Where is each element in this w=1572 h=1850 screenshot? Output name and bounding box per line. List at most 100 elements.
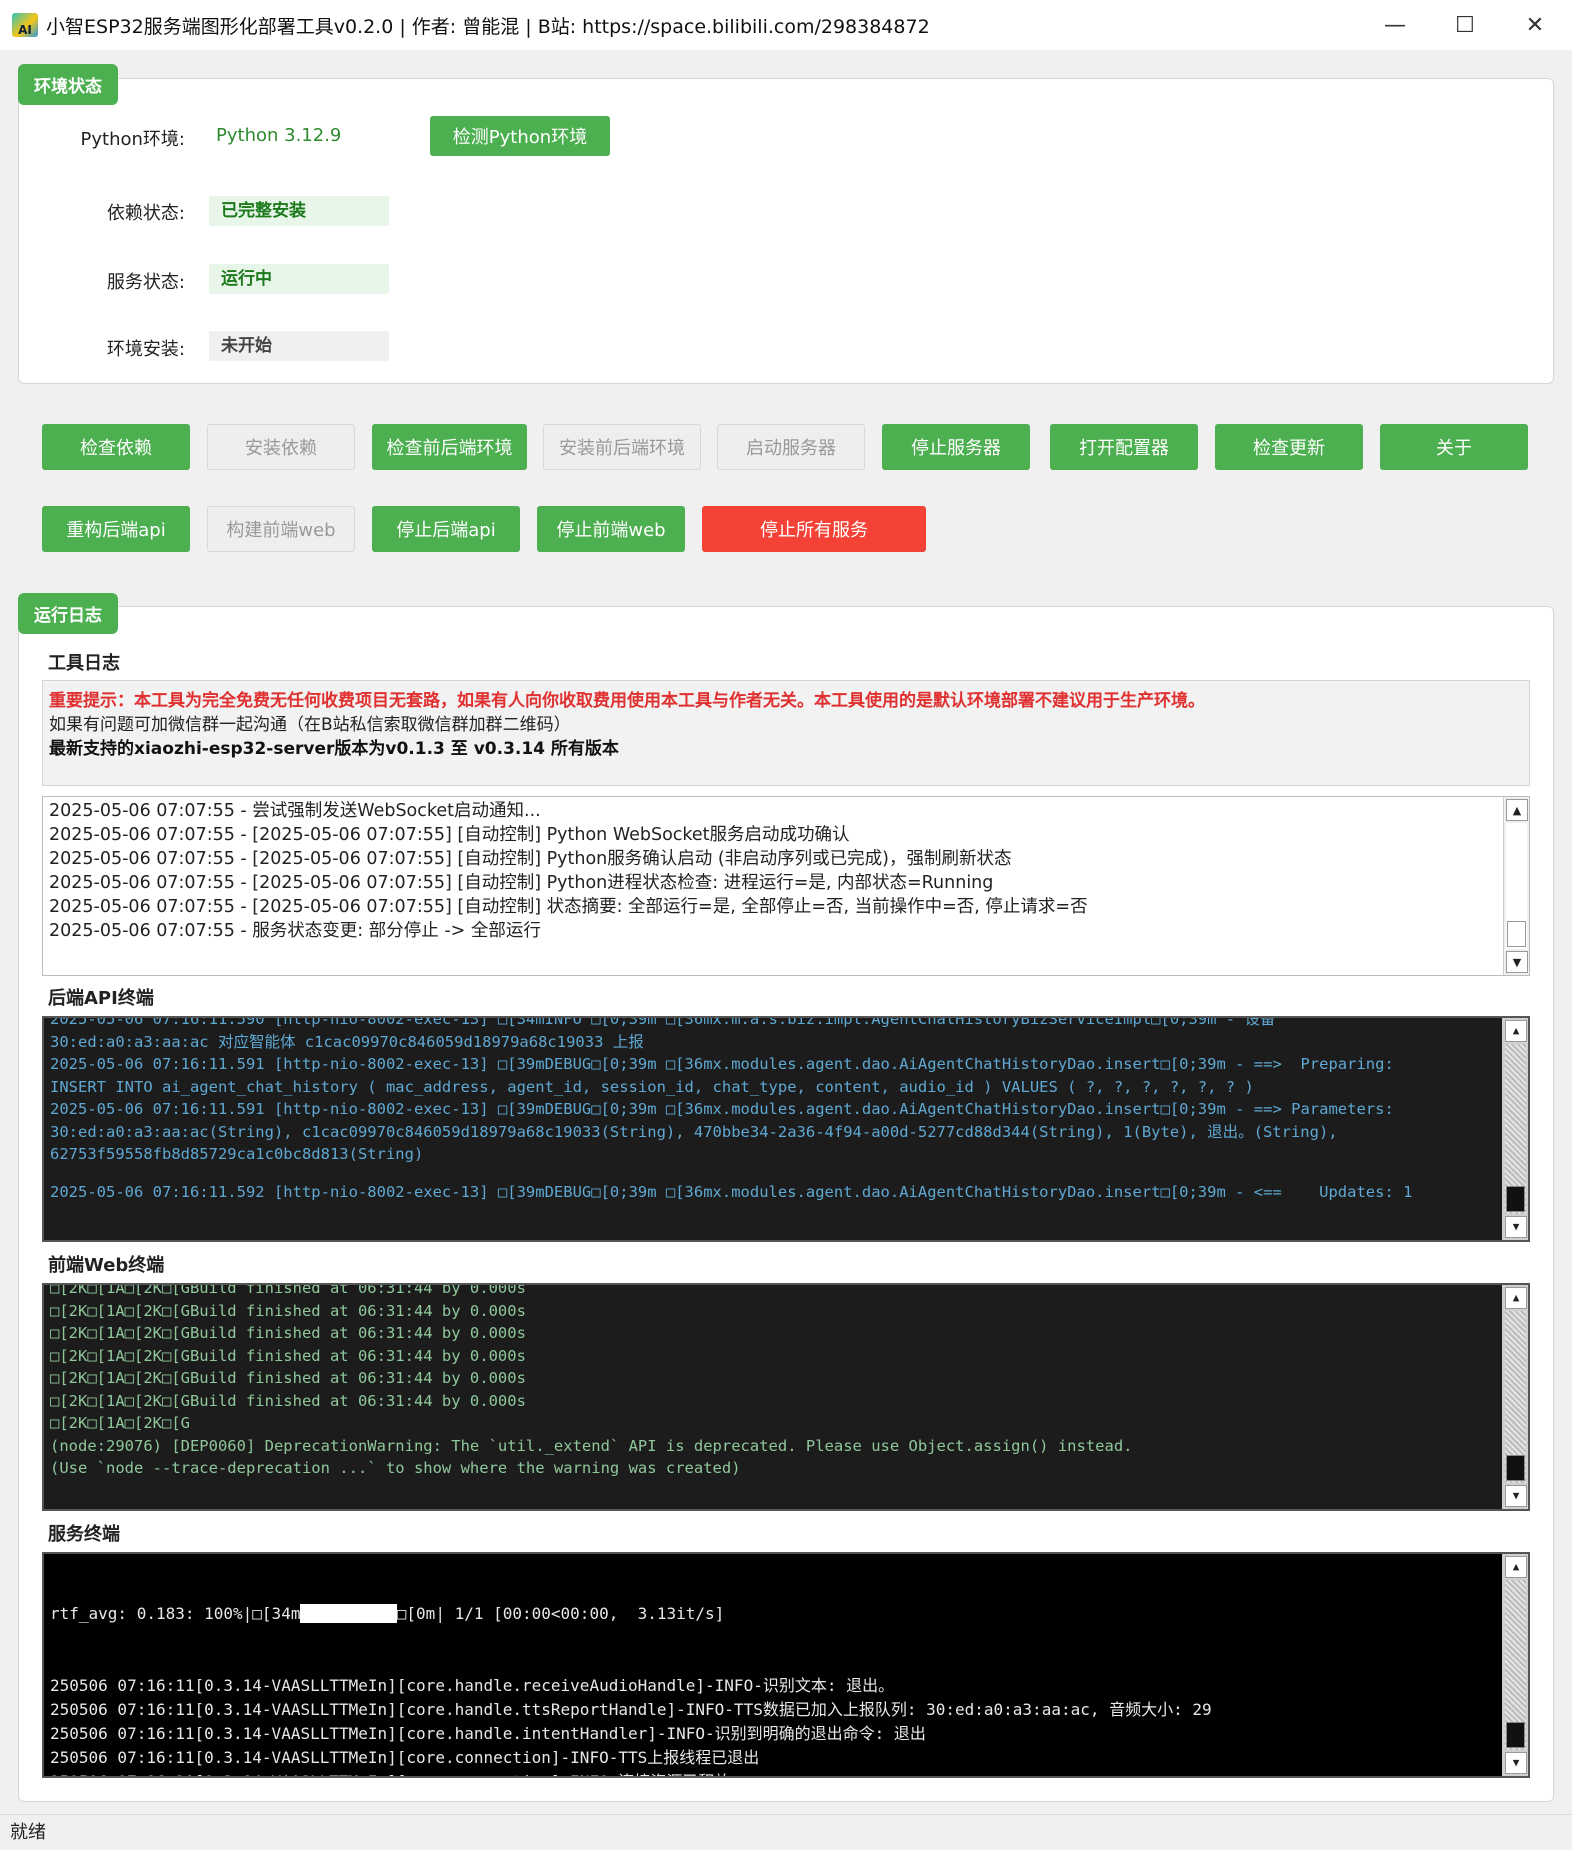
- app-logo-icon: AI: [12, 13, 38, 37]
- check-deps-button[interactable]: 检查依赖: [42, 424, 190, 470]
- scroll-track[interactable]: [1505, 1580, 1526, 1750]
- scroll-down-icon[interactable]: ▼: [1505, 1216, 1527, 1238]
- backend-api-lines: 2025-05-06 07:16:11.590 [http-nio-8002-e…: [50, 1016, 1413, 1204]
- deps-status-label: 依赖状态:: [106, 203, 185, 224]
- terminal-line: 2025-05-06 07:16:11.592 [http-nio-8002-e…: [50, 1183, 1413, 1201]
- terminal-line: □[2K□[1A□[2K□[GBuild finished at 06:31:4…: [50, 1324, 526, 1342]
- stop-server-button[interactable]: 停止服务器: [882, 424, 1030, 470]
- api-terminal-scrollbar[interactable]: ▲ ▼: [1502, 1018, 1528, 1240]
- terminal-line: INSERT INTO ai_agent_chat_history ( mac_…: [50, 1077, 1254, 1096]
- tool-log-lines: 2025-05-06 07:07:55 - 尝试强制发送WebSocket启动通…: [49, 799, 1088, 943]
- title-bar: AI 小智ESP32服务端图形化部署工具v0.2.0 | 作者: 曾能混 | B…: [0, 0, 1572, 50]
- deps-status-value: 已完整安装: [209, 196, 389, 226]
- backend-api-terminal-title: 后端API终端: [48, 988, 154, 1009]
- terminal-line: 2025-05-06 07:16:11.590 [http-nio-8002-e…: [50, 1016, 1276, 1028]
- rebuild-backend-api-button[interactable]: 重构后端api: [42, 506, 190, 552]
- env-install-label: 环境安装:: [106, 339, 185, 360]
- check-python-button[interactable]: 检测Python环境: [430, 116, 610, 156]
- install-fullstack-env-button[interactable]: 安装前后端环境: [543, 424, 701, 470]
- tool-log-title: 工具日志: [48, 653, 120, 674]
- scroll-track[interactable]: [1505, 1311, 1526, 1483]
- check-fullstack-env-button[interactable]: 检查前后端环境: [372, 424, 527, 470]
- log-line: 2025-05-06 07:07:55 - [2025-05-06 07:07:…: [49, 849, 1012, 869]
- terminal-line: 30:ed:a0:a3:aa:ac 对应智能体 c1cac09970c84605…: [50, 1032, 644, 1051]
- service-terminal[interactable]: rtf_avg: 0.183: 100%|□[34m██████████□[0m…: [42, 1552, 1530, 1778]
- log-line: 2025-05-06 07:07:55 - [2025-05-06 07:07:…: [49, 873, 994, 893]
- terminal-line: 250506 07:16:11[0.3.14-VAASLLTTMeIn][cor…: [50, 1700, 1212, 1719]
- scroll-up-icon[interactable]: ▲: [1505, 1020, 1527, 1042]
- maximize-button[interactable]: ☐: [1430, 0, 1500, 50]
- tool-log-scrollbar[interactable]: ▲ ▼: [1503, 797, 1529, 975]
- notice-version-text: 最新支持的xiaozhi-esp32-server版本为v0.1.3 至 v0.…: [49, 739, 619, 759]
- scroll-thumb[interactable]: [1507, 921, 1526, 947]
- python-env-label: Python环境:: [80, 129, 185, 150]
- stop-backend-api-button[interactable]: 停止后端api: [372, 506, 520, 552]
- service-status-value: 运行中: [209, 264, 389, 294]
- log-line: 2025-05-06 07:07:55 - [2025-05-06 07:07:…: [49, 897, 1088, 917]
- terminal-line: 2025-05-06 07:16:11.591 [http-nio-8002-e…: [50, 1055, 1394, 1073]
- stop-frontend-web-button[interactable]: 停止前端web: [537, 506, 685, 552]
- scroll-up-icon[interactable]: ▲: [1506, 799, 1528, 821]
- scroll-up-icon[interactable]: ▲: [1505, 1287, 1527, 1309]
- terminal-line: □[2K□[1A□[2K□[G: [50, 1414, 190, 1432]
- progress-bar-fill: ██████████: [300, 1604, 397, 1623]
- check-update-button[interactable]: 检查更新: [1215, 424, 1363, 470]
- stop-all-services-button[interactable]: 停止所有服务: [702, 506, 926, 552]
- start-server-button[interactable]: 启动服务器: [717, 424, 865, 470]
- env-install-value: 未开始: [209, 331, 389, 361]
- service-log-lines: 250506 07:16:11[0.3.14-VAASLLTTMeIn][cor…: [50, 1674, 1212, 1776]
- terminal-line: 2025-05-06 07:16:11.591 [http-nio-8002-e…: [50, 1100, 1394, 1118]
- terminal-line: 250506 07:16:11[0.3.14-VAASLLTTMeIn][cor…: [50, 1748, 760, 1767]
- backend-api-terminal[interactable]: 2025-05-06 07:16:11.590 [http-nio-8002-e…: [42, 1016, 1530, 1242]
- minimize-button[interactable]: —: [1360, 0, 1430, 50]
- terminal-line: □[2K□[1A□[2K□[GBuild finished at 06:31:4…: [50, 1283, 526, 1297]
- scroll-thumb[interactable]: [1506, 1722, 1525, 1748]
- window-title: 小智ESP32服务端图形化部署工具v0.2.0 | 作者: 曾能混 | B站: …: [46, 15, 930, 38]
- terminal-line: □[2K□[1A□[2K□[GBuild finished at 06:31:4…: [50, 1346, 526, 1365]
- log-line: 2025-05-06 07:07:55 - 尝试强制发送WebSocket启动通…: [49, 801, 541, 821]
- scroll-up-icon[interactable]: ▲: [1505, 1556, 1527, 1578]
- terminal-line: 30:ed:a0:a3:aa:ac(String), c1cac09970c84…: [50, 1122, 1338, 1141]
- build-frontend-web-button[interactable]: 构建前端web: [207, 506, 355, 552]
- scroll-thumb[interactable]: [1506, 1186, 1525, 1212]
- service-progress-prefix: rtf_avg: 0.183: 100%|□[34m: [50, 1604, 301, 1623]
- service-terminal-scrollbar[interactable]: ▲ ▼: [1502, 1554, 1528, 1776]
- scroll-track[interactable]: [1505, 1044, 1526, 1214]
- terminal-line: 62753f59558fb8d85729ca1c0bc8d813(String): [50, 1145, 424, 1163]
- tool-log-textarea[interactable]: 2025-05-06 07:07:55 - 尝试强制发送WebSocket启动通…: [42, 796, 1530, 976]
- terminal-line: (node:29076) [DEP0060] DeprecationWarnin…: [50, 1436, 1133, 1455]
- terminal-line: □[2K□[1A□[2K□[GBuild finished at 06:31:4…: [50, 1391, 526, 1410]
- terminal-line: □[2K□[1A□[2K□[GBuild finished at 06:31:4…: [50, 1369, 526, 1387]
- service-status-label: 服务状态:: [106, 272, 185, 293]
- scroll-down-icon[interactable]: ▼: [1505, 1752, 1527, 1774]
- service-progress-suffix: □[0m| 1/1 [00:00<00:00, 3.13it/s]: [396, 1604, 725, 1623]
- run-log-group-title: 运行日志: [18, 593, 118, 634]
- terminal-line: (Use `node --trace-deprecation ...` to s…: [50, 1459, 741, 1477]
- app-window: AI 小智ESP32服务端图形化部署工具v0.2.0 | 作者: 曾能混 | B…: [0, 0, 1572, 1849]
- log-line: 2025-05-06 07:07:55 - 服务状态变更: 部分停止 -> 全部…: [49, 921, 541, 941]
- install-deps-button[interactable]: 安装依赖: [207, 424, 355, 470]
- notice-warning-text: 重要提示：本工具为完全免费无任何收费项目无套路，如果有人向你收取费用使用本工具与…: [49, 691, 1205, 711]
- status-bar: 就绪: [0, 1814, 1572, 1849]
- terminal-line: □[2K□[1A□[2K□[GBuild finished at 06:31:4…: [50, 1301, 526, 1320]
- close-button[interactable]: ✕: [1500, 0, 1570, 50]
- scroll-thumb[interactable]: [1506, 1455, 1525, 1481]
- scroll-track[interactable]: [1506, 823, 1527, 949]
- notice-contact-text: 如果有问题可加微信群一起沟通（在B站私信索取微信群加群二维码）: [49, 715, 571, 735]
- scroll-down-icon[interactable]: ▼: [1506, 951, 1528, 973]
- service-terminal-title: 服务终端: [48, 1524, 120, 1545]
- frontend-web-terminal[interactable]: □[2K□[1A□[2K□[GBuild finished at 06:31:4…: [42, 1283, 1530, 1511]
- about-button[interactable]: 关于: [1380, 424, 1528, 470]
- terminal-line: 250506 07:16:21[0.3.14-VAASLLTTMeIn][cor…: [50, 1770, 1212, 1776]
- notice-panel: 重要提示：本工具为完全免费无任何收费项目无套路，如果有人向你收取费用使用本工具与…: [42, 680, 1530, 786]
- terminal-line: 250506 07:16:11[0.3.14-VAASLLTTMeIn][cor…: [50, 1676, 895, 1695]
- frontend-web-terminal-title: 前端Web终端: [48, 1255, 165, 1276]
- scroll-down-icon[interactable]: ▼: [1505, 1485, 1527, 1507]
- web-terminal-scrollbar[interactable]: ▲ ▼: [1502, 1285, 1528, 1509]
- open-configurator-button[interactable]: 打开配置器: [1050, 424, 1198, 470]
- frontend-web-lines: □[2K□[1A□[2K□[GBuild finished at 06:31:4…: [50, 1283, 1133, 1480]
- terminal-line: 250506 07:16:11[0.3.14-VAASLLTTMeIn][cor…: [50, 1724, 926, 1743]
- env-status-group-title: 环境状态: [18, 64, 118, 105]
- service-progress-line: rtf_avg: 0.183: 100%|□[34m██████████□[0m…: [50, 1602, 1212, 1626]
